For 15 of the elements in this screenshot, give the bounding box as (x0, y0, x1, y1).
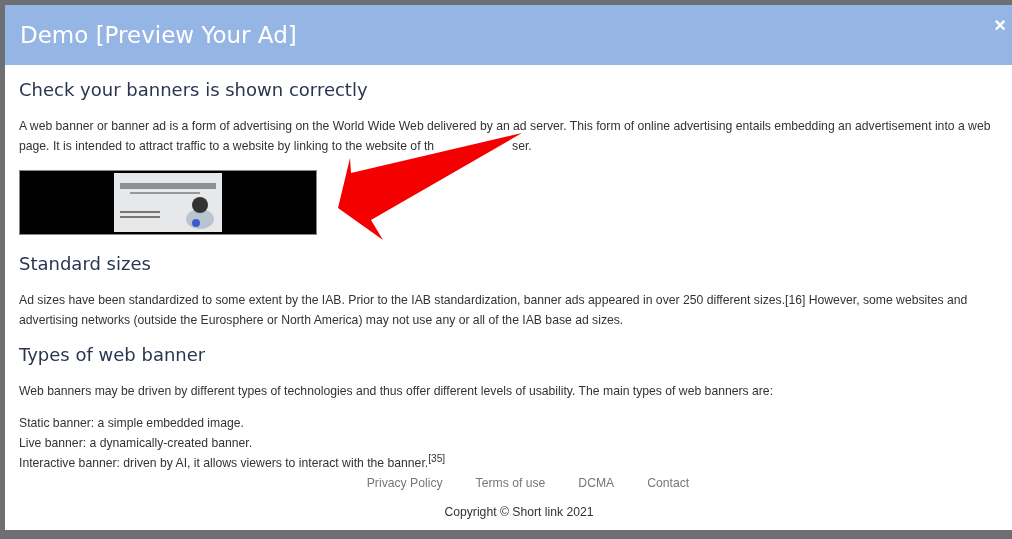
footer-link[interactable]: Privacy Policy (366, 473, 443, 493)
section-heading: Standard sizes (19, 253, 152, 274)
list-line: Live banner: a dynamically-created banner. (19, 435, 254, 452)
section-heading: Check your banners is shown correctly (19, 79, 369, 100)
list-line: Interactive banner: driven by AI, it allows viewers to interact with the banner.$^{[35]}$ (19, 453, 447, 472)
paragraph: A web banner or banner ad is a form of advertising on the World Wide Web delivered by an ad server. This form of online advertising entails embedding an advertisement into a web page. It is intended to attract traffic to a website by linking to the website of th ser. (19, 118, 992, 155)
paragraph: Ad sizes have been standardized to some extent by the IAB. Prior to the IAB standardization, banner ads appeared in over 250 different sizes.[16] However, some websites and advertising networks (outside the Eurosphere or North America) may not use any or all of the IAB base ad sizes. (19, 292, 969, 329)
footer-link[interactable]: Terms of use (475, 473, 546, 493)
paragraph: Web banners may be driven by different types of technologies and thus offer different levels of usability. The main types of web banners are: (19, 383, 775, 400)
list-line: Static banner: a simple embedded image. (19, 415, 245, 432)
footer-link[interactable]: Contact (647, 473, 690, 493)
footer-link[interactable]: DCMA (578, 473, 615, 493)
section-heading: Types of web banner (19, 344, 207, 365)
modal-title: Demo [Preview Your Ad] (20, 22, 297, 48)
copyright-text: Copyright © Short link 2021 (443, 505, 595, 519)
